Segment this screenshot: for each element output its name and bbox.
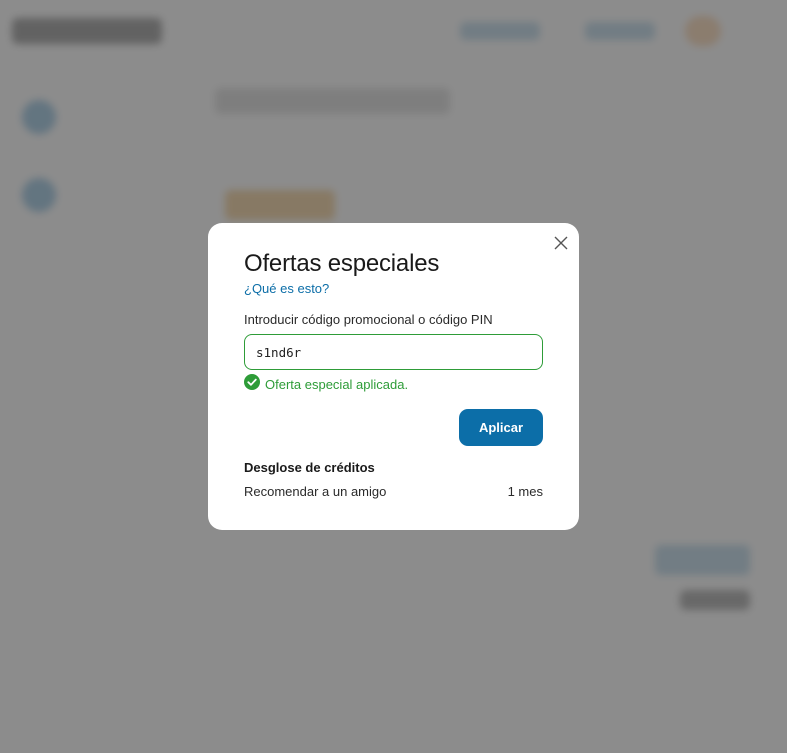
promo-code-label: Introducir código promocional o código P… [244, 312, 493, 327]
credit-label: Recomendar a un amigo [244, 484, 387, 499]
credit-value: 1 mes [507, 484, 543, 499]
dialog-title: Ofertas especiales [244, 250, 440, 277]
credits-breakdown-title: Desglose de créditos [244, 460, 375, 475]
success-message: Oferta especial aplicada. [265, 377, 409, 392]
apply-button[interactable]: Aplicar [459, 409, 543, 446]
help-link[interactable]: ¿Qué es esto? [244, 281, 329, 296]
promo-code-input[interactable] [244, 334, 543, 370]
credit-row: Recomendar a un amigo 1 mes [244, 484, 543, 499]
success-status: Oferta especial aplicada. [244, 374, 409, 395]
check-circle-icon [244, 374, 260, 395]
special-offers-dialog: Ofertas especiales ¿Qué es esto? Introdu… [208, 223, 579, 530]
close-icon[interactable] [553, 235, 569, 251]
